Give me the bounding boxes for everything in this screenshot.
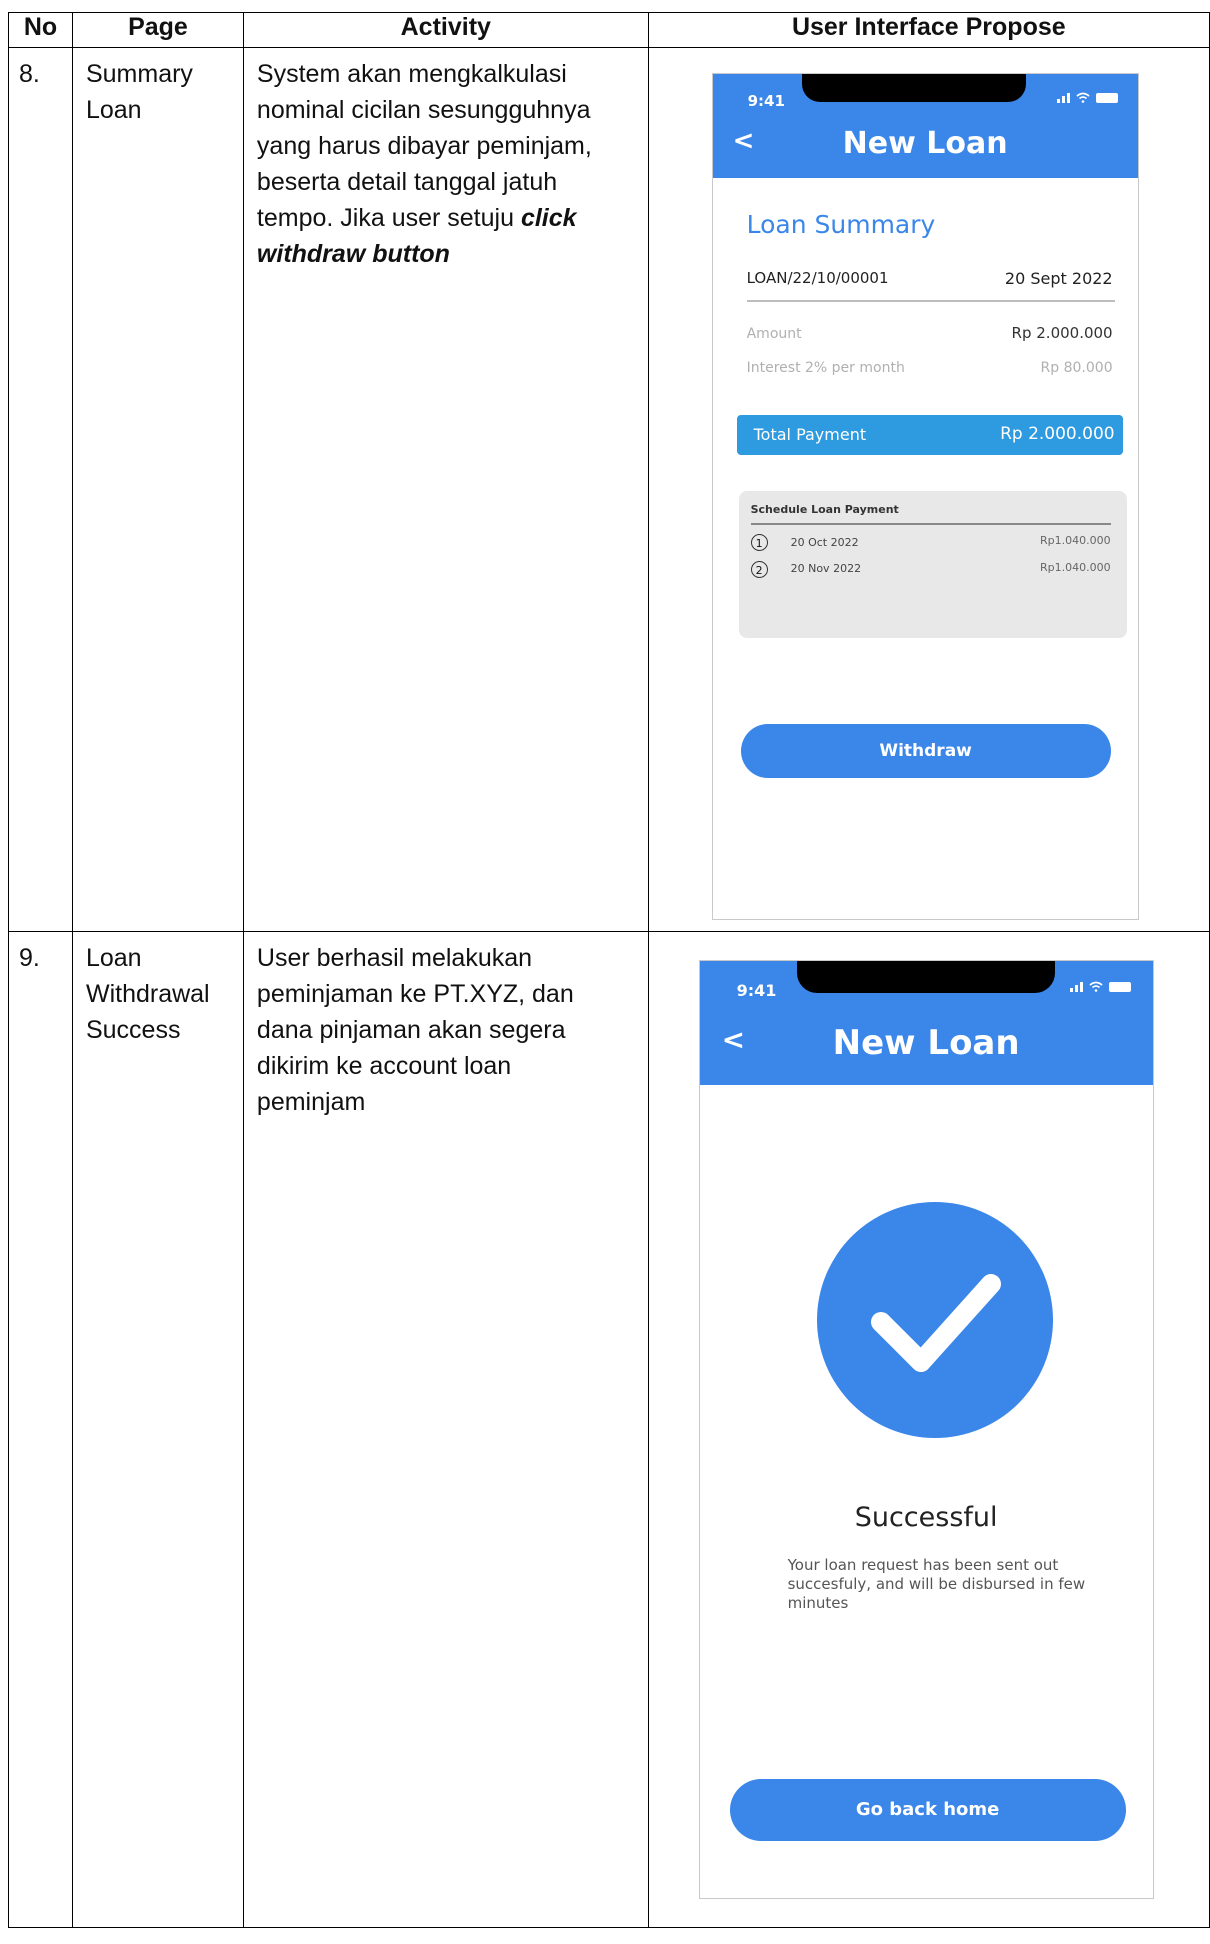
signal-icon <box>1056 93 1070 103</box>
page-name: Summary Loan <box>73 48 243 128</box>
activity-line-text: tempo. Jika user setuju <box>256 204 514 232</box>
loan-success-screen: 9:41 < New Loan Successful Your loan req… <box>698 960 1154 1899</box>
phone-notch <box>796 961 1055 993</box>
loan-flow-table: No Page Activity User Interface Propose … <box>8 12 1210 1928</box>
status-icons <box>1069 981 1131 992</box>
activity-cell: User berhasil melakukan peminjaman ke PT… <box>242 931 649 1928</box>
activity-line: nominal cicilan sesungguhnya <box>256 96 591 124</box>
schedule-date: 20 Nov 2022 <box>790 562 862 575</box>
success-message-line: succesfuly, and will be disbursed in few <box>787 1575 1086 1593</box>
activity-line: dikirim ke account loan <box>256 1052 512 1080</box>
activity-line: tempo. Jika user setuju click <box>257 200 638 236</box>
status-time: 9:41 <box>736 981 777 1000</box>
total-payment-value: Rp 2.000.000 <box>1000 424 1115 444</box>
ui-cell: 9:41 < New Loan Successful Your loan req… <box>647 931 1210 1928</box>
amount-value: Rp 2.000.000 <box>1011 324 1113 342</box>
section-title: Loan Summary <box>746 210 936 239</box>
success-title: Successful <box>854 1502 998 1533</box>
app-header: 9:41 < New Loan <box>712 74 1138 178</box>
page-name: Loan Withdrawal Success <box>73 932 243 1048</box>
go-back-home-button[interactable]: Go back home <box>729 1779 1126 1841</box>
loan-date: 20 Sept 2022 <box>1004 269 1113 288</box>
page-name-line: Loan <box>85 944 142 972</box>
wifi-icon <box>1089 981 1103 992</box>
activity-line: dana pinjaman akan segera <box>256 1016 566 1044</box>
signal-icon <box>1069 982 1083 992</box>
activity-line: beserta detail tanggal jatuh <box>256 168 558 196</box>
table-row: 8. Summary Loan System akan mengkalkulas… <box>8 47 1210 932</box>
schedule-divider <box>750 523 1111 525</box>
activity-line: User berhasil melakukan <box>256 944 533 972</box>
header-ui-propose: User Interface Propose <box>647 12 1210 48</box>
row-number: 8. <box>19 60 40 88</box>
activity-line: yang harus dibayar peminjam, <box>256 132 592 160</box>
row-number-cell: 9. <box>8 931 73 1928</box>
page-name-line: Success <box>85 1016 181 1044</box>
activity-line: peminjam <box>256 1088 366 1116</box>
phone-notch <box>801 74 1026 102</box>
check-circle-icon <box>816 1202 1053 1438</box>
activity-emphasis: withdraw button <box>256 240 450 268</box>
header-activity: Activity <box>242 12 649 48</box>
status-time: 9:41 <box>747 92 785 110</box>
success-message-line: Your loan request has been sent out <box>787 1556 1059 1574</box>
ui-cell: 9:41 < New Loan Loan Summary LOAN/22/10/… <box>647 47 1210 932</box>
activity-emphasis: click <box>520 204 577 232</box>
page-name-line: Loan <box>85 96 142 124</box>
battery-icon <box>1108 982 1131 992</box>
status-icons <box>1056 92 1118 103</box>
row-number-cell: 8. <box>8 47 73 932</box>
success-message: Your loan request has been sent out succ… <box>788 1556 1086 1613</box>
loan-summary-screen: 9:41 < New Loan Loan Summary LOAN/22/10/… <box>711 73 1139 920</box>
table-header-row: No Page Activity User Interface Propose <box>8 12 1210 48</box>
activity-line: System akan mengkalkulasi <box>256 60 567 88</box>
app-header: 9:41 < New Loan <box>699 961 1153 1085</box>
activity-text: System akan mengkalkulasi nominal cicila… <box>244 48 648 272</box>
activity-cell: System akan mengkalkulasi nominal cicila… <box>242 47 649 932</box>
page-name-line: Withdrawal <box>85 980 210 1008</box>
interest-value: Rp 80.000 <box>1040 360 1113 376</box>
schedule-item: 1 20 Oct 2022 Rp1.040.000 <box>750 534 1111 556</box>
step-number-icon: 1 <box>750 534 768 551</box>
total-payment-bar: Total Payment Rp 2.000.000 <box>736 415 1123 455</box>
loan-id: LOAN/22/10/00001 <box>746 269 889 287</box>
schedule-card: Schedule Loan Payment 1 20 Oct 2022 Rp1.… <box>738 491 1127 638</box>
screen-title: New Loan <box>842 126 1008 161</box>
schedule-amount: Rp1.040.000 <box>1040 534 1111 547</box>
row-number: 9. <box>19 944 40 972</box>
schedule-item: 2 20 Nov 2022 Rp1.040.000 <box>750 561 1111 583</box>
activity-line: peminjaman ke PT.XYZ, dan <box>256 980 574 1008</box>
header-no: No <box>8 12 73 48</box>
schedule-title: Schedule Loan Payment <box>750 503 899 516</box>
page-cell: Loan Withdrawal Success <box>71 931 244 1928</box>
page-name-line: Summary <box>85 60 193 88</box>
success-message-line: minutes <box>787 1594 849 1612</box>
schedule-amount: Rp1.040.000 <box>1040 561 1111 574</box>
total-payment-label: Total Payment <box>753 425 867 444</box>
amount-label: Amount <box>746 326 802 342</box>
activity-text: User berhasil melakukan peminjaman ke PT… <box>244 932 648 1120</box>
table-row: 9. Loan Withdrawal Success User berhasil… <box>8 931 1210 1928</box>
battery-icon <box>1095 93 1118 103</box>
divider <box>746 300 1115 302</box>
screen-title: New Loan <box>832 1023 1020 1063</box>
wifi-icon <box>1076 92 1090 103</box>
interest-label: Interest 2% per month <box>746 360 905 376</box>
page-cell: Summary Loan <box>71 47 244 932</box>
schedule-date: 20 Oct 2022 <box>790 536 859 549</box>
header-page: Page <box>71 12 244 48</box>
withdraw-button[interactable]: Withdraw <box>740 724 1111 778</box>
step-number-icon: 2 <box>750 561 768 578</box>
